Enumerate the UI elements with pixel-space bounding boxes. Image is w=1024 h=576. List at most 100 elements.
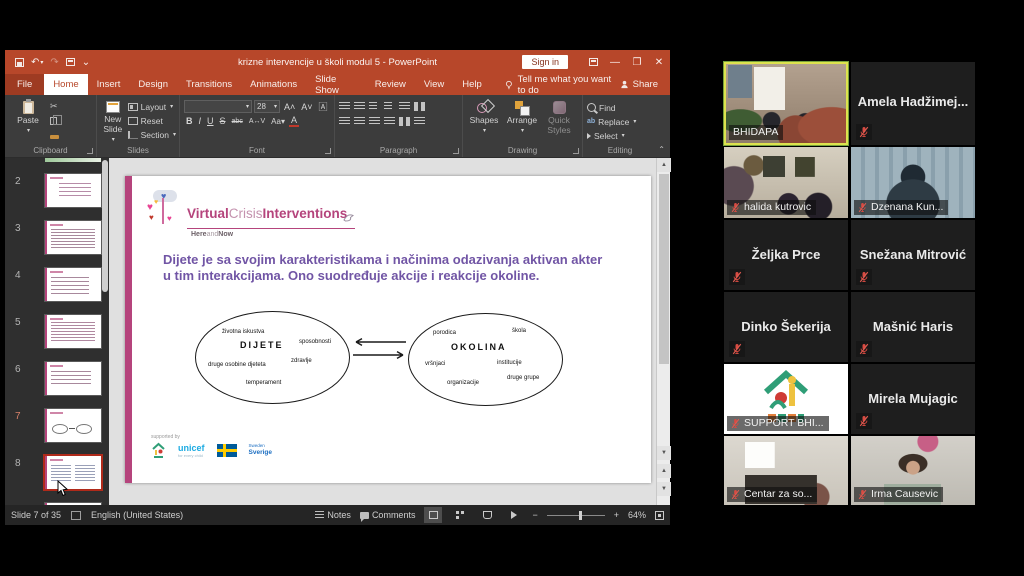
find-button[interactable]: Find [587,102,636,113]
slide-thumbnail-7[interactable]: 7 [5,409,109,449]
paste-button[interactable]: Paste ▾ [9,99,47,135]
participant-tile-bhidapa[interactable]: BHIDAPA [724,62,848,145]
format-painter-button[interactable] [50,129,59,140]
section-button[interactable]: Section▾ [128,129,176,140]
decrease-indent-icon[interactable] [369,102,380,111]
tab-animations[interactable]: Animations [241,74,306,95]
slide-thumbnail-2[interactable]: 2 [5,174,109,214]
replace-button[interactable]: abReplace▾ [587,116,636,127]
next-slide-icon[interactable]: ▼ [657,482,671,496]
normal-view-button[interactable] [424,507,442,523]
undo-icon[interactable]: ↶▾ [31,57,43,68]
slide-thumbnail-3[interactable]: 3 [5,221,109,261]
tab-home[interactable]: Home [44,74,87,95]
bold-button[interactable]: B [184,115,195,127]
zoom-out-icon[interactable]: − [532,510,537,520]
participant-tile-amela[interactable]: Amela Hadžimej... [851,62,975,145]
slide-thumbnail-6[interactable]: 6 [5,362,109,402]
shrink-font-button[interactable]: A˅ [299,101,314,113]
minimize-button[interactable]: — [604,50,626,74]
participant-tile-halida[interactable]: halida kutrovic [724,147,848,218]
tab-review[interactable]: Review [366,74,415,95]
increase-indent-icon[interactable] [384,102,395,111]
close-button[interactable]: ✕ [648,50,670,74]
thumbnail-scrollbar[interactable] [102,160,108,292]
quick-styles-button[interactable]: Quick Styles [543,99,575,136]
okolina-ellipse[interactable]: porodica škola OKOLINA vršnjaci instituc… [408,313,563,406]
convert-smartart-icon[interactable] [414,117,425,126]
justify-icon[interactable] [384,117,395,126]
cut-button[interactable]: ✂ [50,101,59,112]
numbering-icon[interactable] [354,102,365,111]
participant-tile-centar[interactable]: Centar za so... [724,436,848,505]
clear-formatting-button[interactable]: 🄰 [317,101,330,113]
font-dialog-launcher-icon[interactable] [325,148,331,154]
columns-icon[interactable] [399,117,410,126]
arrange-button[interactable]: Arrange ▾ [504,99,540,135]
share-button[interactable]: Share [620,74,670,95]
slide-canvas[interactable]: ♥ ♥ ♥ ♥ ♥ VirtualCrisisInterventions Her… [125,176,651,483]
scrollbar-thumb[interactable] [659,174,669,364]
reset-button[interactable]: Reset [128,115,176,126]
ribbon-display-options-icon[interactable] [582,50,604,74]
tab-transitions[interactable]: Transitions [177,74,241,95]
participant-tile-irma[interactable]: Irma Causevic [851,436,975,505]
align-center-icon[interactable] [354,117,365,126]
slide-scrollbar[interactable]: ▲ ▼ ▲ ▼ [656,158,670,505]
zoom-in-icon[interactable]: + [614,510,619,520]
slide-sorter-view-button[interactable] [451,507,469,523]
tab-file[interactable]: File [5,74,44,95]
collapse-ribbon-icon[interactable]: ⌃ [658,145,665,154]
customize-qat-icon[interactable]: ⌄ [82,57,90,68]
font-color-button[interactable]: A [289,115,299,127]
participant-tile-dinko[interactable]: Dinko Šekerija [724,292,848,362]
redo-icon[interactable]: ↷ [50,57,58,68]
slide-body-text[interactable]: Dijete je sa svojim karakteristikama i n… [163,252,641,284]
line-spacing-icon[interactable] [399,102,410,111]
dijete-ellipse[interactable]: životna iskustva DIJETE sposobnosti drug… [195,311,350,404]
sign-in-button[interactable]: Sign in [522,55,568,69]
clipboard-dialog-launcher-icon[interactable] [87,148,93,154]
save-icon[interactable] [15,58,24,67]
font-size-combobox[interactable]: 28▾ [254,100,280,113]
start-slideshow-icon[interactable] [66,58,75,66]
zoom-slider[interactable] [547,515,605,516]
comments-button[interactable]: Comments [360,510,416,520]
text-direction-icon[interactable] [414,102,425,111]
align-left-icon[interactable] [339,117,350,126]
previous-slide-icon[interactable]: ▲ [657,464,671,478]
slideshow-button[interactable] [505,507,523,523]
tab-design[interactable]: Design [129,74,177,95]
reading-view-button[interactable] [478,507,496,523]
scroll-up-icon[interactable]: ▲ [657,158,671,172]
underline-button[interactable]: U [205,115,216,127]
strikethrough-button[interactable]: S [218,115,228,127]
copy-button[interactable] [50,115,59,126]
accessibility-icon[interactable] [71,511,81,520]
tell-me-box[interactable]: Tell me what you want to do [505,74,620,95]
font-name-combobox[interactable]: ▾ [184,100,252,113]
layout-button[interactable]: Layout▾ [128,101,176,112]
select-button[interactable]: Select▾ [587,130,636,141]
participant-tile-support-bhidapa[interactable]: SUPPORT BHI... [724,364,848,434]
slide-thumbnail-5[interactable]: 5 [5,315,109,355]
slide-thumbnail-9[interactable]: 9 [5,503,109,505]
grow-font-button[interactable]: A˄ [282,101,297,113]
bullets-icon[interactable] [339,102,350,111]
tab-help[interactable]: Help [453,74,491,95]
zoom-level[interactable]: 64% [628,510,646,520]
tab-view[interactable]: View [415,74,453,95]
align-right-icon[interactable] [369,117,380,126]
paragraph-dialog-launcher-icon[interactable] [453,148,459,154]
language-indicator[interactable]: English (United States) [91,510,183,520]
new-slide-button[interactable]: New Slide ▾ [101,99,125,143]
participant-tile-masnic[interactable]: Mašnić Haris [851,292,975,362]
drawing-dialog-launcher-icon[interactable] [573,148,579,154]
tab-insert[interactable]: Insert [88,74,130,95]
participant-tile-snezana[interactable]: Snežana Mitrović [851,220,975,290]
tab-slideshow[interactable]: Slide Show [306,74,366,95]
participant-tile-dzenana[interactable]: Dzenana Kun... [851,147,975,218]
fit-slide-icon[interactable] [655,511,664,520]
participant-tile-zeljka[interactable]: Željka Prce [724,220,848,290]
scroll-down-icon[interactable]: ▼ [657,446,671,460]
